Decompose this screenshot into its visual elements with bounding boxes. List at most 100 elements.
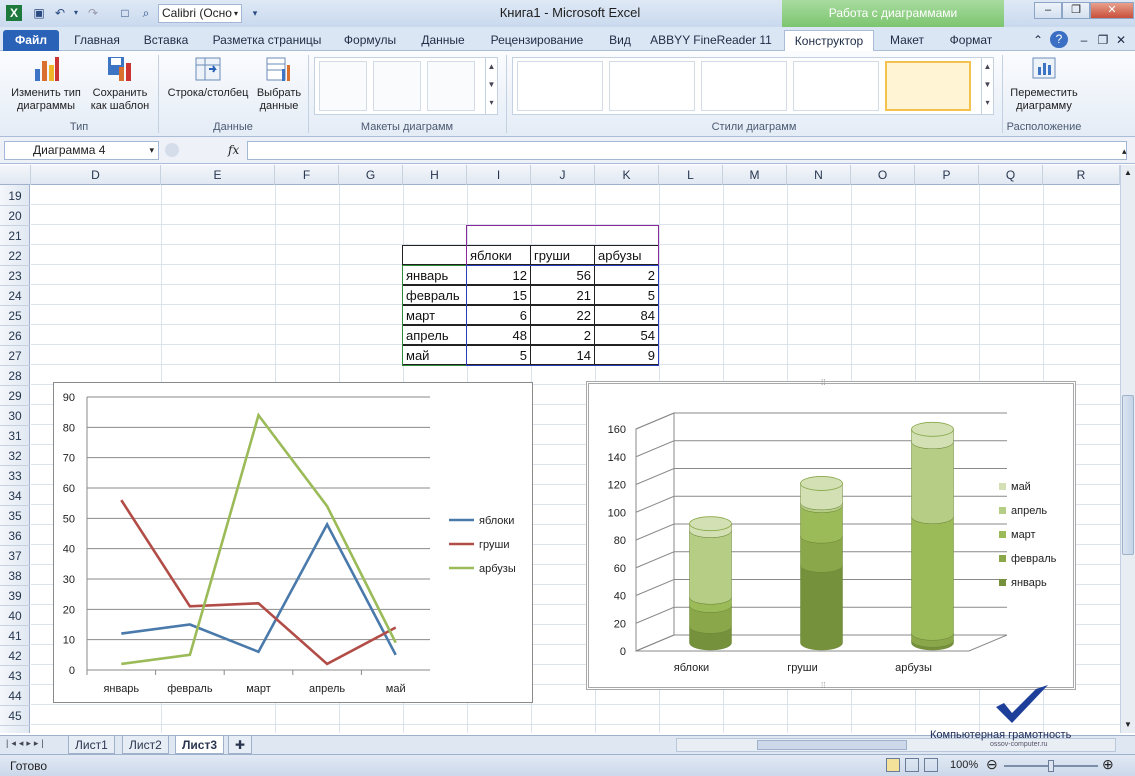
- sheet-nav-icon[interactable]: |◂◂▸▸|: [6, 738, 47, 749]
- chart-styles-gallery[interactable]: ▲ ▼ ▾: [512, 57, 994, 115]
- select-data-button[interactable]: Выбрать данные: [252, 55, 306, 113]
- change-chart-type-button[interactable]: Изменить тип диаграммы: [6, 55, 86, 113]
- row-header[interactable]: 39: [0, 586, 30, 606]
- restore-button[interactable]: ❐: [1062, 2, 1090, 19]
- horizontal-scroll-thumb[interactable]: [757, 740, 907, 750]
- chart-style-gray-thumb[interactable]: [517, 61, 603, 111]
- chart-layout-1-thumb[interactable]: [319, 61, 367, 111]
- workbook-restore-icon[interactable]: ❐: [1096, 30, 1110, 51]
- row-header[interactable]: 21: [0, 226, 30, 246]
- insert-sheet-icon[interactable]: ✚: [228, 736, 252, 754]
- tab-review[interactable]: Рецензирование: [483, 30, 591, 51]
- row-header[interactable]: 36: [0, 526, 30, 546]
- normal-view-icon[interactable]: [886, 758, 900, 772]
- minimize-button[interactable]: –: [1034, 2, 1062, 19]
- redo-icon[interactable]: ↷: [85, 5, 101, 21]
- vertical-scrollbar[interactable]: ▲ ▼: [1120, 165, 1135, 733]
- insert-function-icon[interactable]: fx: [228, 143, 239, 157]
- chart-style-blue-thumb[interactable]: [701, 61, 787, 111]
- column-header[interactable]: L: [659, 165, 723, 185]
- zoom-out-icon[interactable]: ⊖: [986, 756, 998, 773]
- row-header[interactable]: 33: [0, 466, 30, 486]
- column-header[interactable]: H: [403, 165, 467, 185]
- tab-layout[interactable]: Макет: [880, 30, 934, 51]
- row-header[interactable]: 31: [0, 426, 30, 446]
- row-header[interactable]: 38: [0, 566, 30, 586]
- zoom-slider[interactable]: [1004, 760, 1098, 772]
- row-header[interactable]: 19: [0, 186, 30, 206]
- table-corner-cell[interactable]: [402, 245, 467, 265]
- tab-page-layout[interactable]: Разметка страницы: [205, 30, 329, 51]
- column-header[interactable]: G: [339, 165, 403, 185]
- minimize-ribbon-icon[interactable]: ⌃: [1030, 30, 1046, 51]
- styles-gallery-scroll[interactable]: ▲ ▼ ▾: [981, 58, 993, 114]
- scroll-thumb[interactable]: [1122, 395, 1134, 555]
- chart-style-red-thumb[interactable]: [793, 61, 879, 111]
- row-header[interactable]: 29: [0, 386, 30, 406]
- column-header[interactable]: R: [1043, 165, 1120, 185]
- column-header[interactable]: E: [161, 165, 275, 185]
- chart-layouts-gallery[interactable]: ▲ ▼ ▾: [314, 57, 498, 115]
- column-header[interactable]: O: [851, 165, 915, 185]
- tab-insert[interactable]: Вставка: [136, 30, 196, 51]
- zoom-slider-thumb[interactable]: [1048, 760, 1054, 772]
- name-box[interactable]: Диаграмма 4 ▾: [4, 141, 159, 160]
- new-document-icon[interactable]: □: [117, 5, 133, 21]
- tab-data[interactable]: Данные: [413, 30, 473, 51]
- line-chart[interactable]: 0 10 20 30 40 50 60 70 80 90 январь февраль март апре…: [53, 382, 533, 703]
- chart-style-green-thumb[interactable]: [885, 61, 971, 111]
- print-preview-icon[interactable]: ⌕: [138, 5, 154, 21]
- row-header[interactable]: 37: [0, 546, 30, 566]
- row-header[interactable]: 34: [0, 486, 30, 506]
- zoom-in-icon[interactable]: ⊕: [1102, 756, 1114, 773]
- workbook-minimize-icon[interactable]: –: [1077, 30, 1091, 51]
- row-header[interactable]: 40: [0, 606, 30, 626]
- row-header[interactable]: 42: [0, 646, 30, 666]
- column-header[interactable]: N: [787, 165, 851, 185]
- undo-icon[interactable]: ↶: [52, 5, 68, 21]
- formula-input[interactable]: [247, 141, 1127, 160]
- column-header[interactable]: P: [915, 165, 979, 185]
- chart-style-multicolor-thumb[interactable]: [609, 61, 695, 111]
- help-icon[interactable]: ?: [1050, 31, 1068, 48]
- chevron-down-icon[interactable]: ▾: [149, 142, 154, 159]
- tab-abbyy[interactable]: ABBYY FineReader 11: [648, 30, 774, 51]
- column-header[interactable]: J: [531, 165, 595, 185]
- page-break-view-icon[interactable]: [924, 758, 938, 772]
- switch-row-column-button[interactable]: Строка/столбец: [163, 55, 253, 100]
- tab-file[interactable]: Файл: [3, 30, 59, 51]
- row-header[interactable]: 26: [0, 326, 30, 346]
- tab-view[interactable]: Вид: [600, 30, 640, 51]
- row-header[interactable]: 24: [0, 286, 30, 306]
- row-header[interactable]: 28: [0, 366, 30, 386]
- workbook-close-icon[interactable]: ✕: [1114, 30, 1128, 51]
- row-header[interactable]: 22: [0, 246, 30, 266]
- row-header[interactable]: 43: [0, 666, 30, 686]
- row-header[interactable]: 25: [0, 306, 30, 326]
- save-icon[interactable]: ▣: [31, 5, 47, 21]
- tab-home[interactable]: Главная: [66, 30, 128, 51]
- row-header[interactable]: 23: [0, 266, 30, 286]
- sheet-tab-3[interactable]: Лист3: [175, 736, 225, 754]
- tab-design[interactable]: Конструктор: [784, 30, 874, 51]
- font-name-box[interactable]: Calibri (Осно ▾: [158, 4, 242, 23]
- undo-dropdown-icon[interactable]: ▾: [68, 5, 84, 21]
- tab-format[interactable]: Формат: [940, 30, 1002, 51]
- close-button[interactable]: ✕: [1090, 2, 1134, 19]
- column-header[interactable]: Q: [979, 165, 1043, 185]
- customize-qat-icon[interactable]: ▾: [247, 5, 263, 21]
- sheet-tab-1[interactable]: Лист1: [68, 736, 115, 754]
- chart-layout-3-thumb[interactable]: [427, 61, 475, 111]
- row-header[interactable]: 27: [0, 346, 30, 366]
- column-header[interactable]: I: [467, 165, 531, 185]
- chevron-down-icon[interactable]: ▾: [234, 5, 238, 22]
- expand-formula-icon[interactable]: ▴: [1122, 146, 1127, 157]
- column-header[interactable]: D: [31, 165, 161, 185]
- column-header[interactable]: F: [275, 165, 339, 185]
- save-as-template-button[interactable]: Сохранить как шаблон: [87, 55, 153, 113]
- column-header[interactable]: K: [595, 165, 659, 185]
- sheet-tab-2[interactable]: Лист2: [122, 736, 169, 754]
- row-header[interactable]: 20: [0, 206, 30, 226]
- zoom-level[interactable]: 100%: [950, 759, 978, 771]
- layouts-gallery-scroll[interactable]: ▲ ▼ ▾: [485, 58, 497, 114]
